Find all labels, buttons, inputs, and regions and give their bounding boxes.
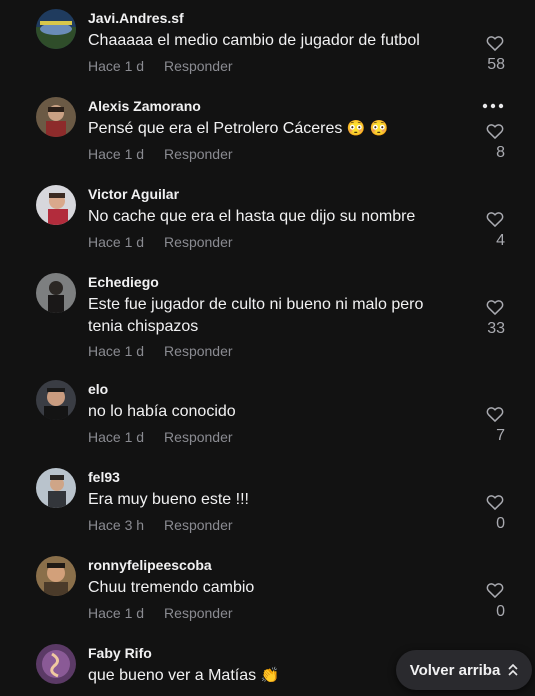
avatar[interactable] — [36, 97, 76, 137]
comment-item: Alexis Zamorano Pensé que era el Petrole… — [0, 88, 535, 168]
comment-author[interactable]: fel93 — [88, 469, 120, 485]
comment-author[interactable]: Faby Rifo — [88, 645, 152, 661]
comment-time: Hace 1 d — [88, 429, 145, 445]
like-count: 7 — [496, 427, 505, 444]
comment-author[interactable]: Javi.Andres.sf — [88, 10, 184, 26]
comment-time: Hace 1 d — [88, 234, 145, 250]
comment-time: Hace 1 d — [88, 343, 145, 359]
reply-button[interactable]: Responder — [164, 605, 233, 621]
comment-text: no lo había conocido — [88, 403, 236, 420]
avatar[interactable] — [36, 556, 76, 596]
avatar[interactable] — [36, 468, 76, 508]
emoji: 😳 😳 — [346, 120, 389, 137]
avatar[interactable] — [36, 380, 76, 420]
comment-text: Era muy bueno este !!! — [88, 491, 249, 508]
chevron-up-icon — [508, 664, 518, 676]
like-count: 58 — [487, 56, 505, 73]
avatar[interactable] — [36, 185, 76, 225]
like-count: 4 — [496, 232, 505, 249]
comment-time: Hace 1 d — [88, 146, 145, 162]
like-count: 0 — [496, 603, 505, 620]
heart-outline-icon[interactable] — [485, 492, 505, 512]
reply-button[interactable]: Responder — [164, 429, 233, 445]
back-to-top-button[interactable]: Volver arriba — [396, 650, 532, 690]
heart-outline-icon[interactable] — [485, 580, 505, 600]
comment-item: Victor Aguilar No cache que era el hasta… — [0, 176, 535, 256]
comment-time: Hace 3 h — [88, 517, 145, 533]
heart-outline-icon[interactable] — [485, 297, 505, 317]
comment-item: Javi.Andres.sf Chaaaaa el medio cambio d… — [0, 0, 535, 80]
comment-author[interactable]: ronnyfelipeescoba — [88, 557, 212, 573]
comment-text: No cache que era el hasta que dijo su no… — [88, 208, 416, 225]
heart-outline-icon[interactable] — [485, 209, 505, 229]
heart-outline-icon[interactable] — [485, 404, 505, 424]
comment-meta: Hace 1 d Responder — [88, 146, 233, 162]
comment-author[interactable]: Alexis Zamorano — [88, 98, 201, 114]
reply-button[interactable]: Responder — [164, 343, 233, 359]
comment-meta: Hace 1 d Responder — [88, 234, 233, 250]
comment-item: Echediego Este fue jugador de culto ni b… — [0, 264, 535, 364]
comment-text: Chaaaaa el medio cambio de jugador de fu… — [88, 32, 420, 49]
comment-author[interactable]: elo — [88, 381, 108, 397]
like-count: 0 — [496, 515, 505, 532]
comment-item: fel93 Era muy bueno este !!! Hace 3 h Res… — [0, 459, 535, 539]
heart-outline-icon[interactable] — [485, 33, 505, 53]
comment-item: elo no lo había conocido Hace 1 d Respond… — [0, 371, 535, 451]
reply-button[interactable]: Responder — [164, 146, 233, 162]
comment-author[interactable]: Echediego — [88, 274, 159, 290]
like-count: 8 — [496, 144, 505, 161]
avatar[interactable] — [36, 9, 76, 49]
emoji: 👏 — [260, 667, 280, 684]
avatar[interactable] — [36, 644, 76, 684]
comment-meta: Hace 1 d Responder — [88, 605, 233, 621]
reply-button[interactable]: Responder — [164, 234, 233, 250]
comment-time: Hace 1 d — [88, 58, 145, 74]
avatar[interactable] — [36, 273, 76, 313]
comment-meta: Hace 1 d Responder — [88, 343, 233, 359]
heart-outline-icon[interactable] — [485, 121, 505, 141]
comment-text: que bueno ver a Matías 👏 — [88, 667, 280, 684]
comment-meta: Hace 1 d Responder — [88, 58, 233, 74]
comment-text: Chuu tremendo cambio — [88, 579, 255, 596]
comment-meta: Hace 3 h Responder — [88, 517, 233, 533]
like-count: 33 — [487, 320, 505, 337]
comment-item: ronnyfelipeescoba Chuu tremendo cambio H… — [0, 547, 535, 627]
comment-meta: Hace 1 d Responder — [88, 429, 233, 445]
comment-author[interactable]: Victor Aguilar — [88, 186, 179, 202]
comment-time: Hace 1 d — [88, 605, 145, 621]
back-to-top-label: Volver arriba — [409, 661, 501, 679]
comment-text: Pensé que era el Petrolero Cáceres 😳 😳 — [88, 120, 389, 137]
reply-button[interactable]: Responder — [164, 517, 233, 533]
reply-button[interactable]: Responder — [164, 58, 233, 74]
comment-text: Este fue jugador de culto ni bueno ni ma… — [88, 296, 424, 335]
